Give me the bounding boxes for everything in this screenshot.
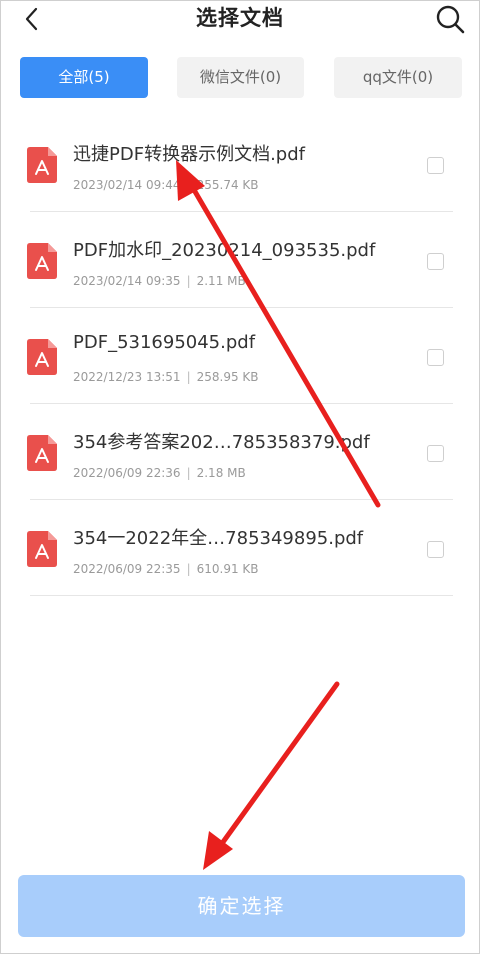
tab-wechat-files[interactable]: 微信文件(0) bbox=[177, 57, 304, 98]
meta-separator: | bbox=[186, 466, 191, 480]
file-size: 2.18 MB bbox=[196, 466, 246, 480]
pdf-file-icon bbox=[27, 243, 57, 279]
file-name: PDF_531695045.pdf bbox=[73, 332, 256, 353]
file-select-checkbox[interactable] bbox=[427, 541, 444, 558]
file-meta: 2022/12/23 13:51 | 258.95 KB bbox=[73, 370, 259, 384]
filter-tabs: 全部(5) 微信文件(0) qq文件(0) bbox=[0, 57, 480, 99]
tab-qq-files[interactable]: qq文件(0) bbox=[334, 57, 462, 98]
file-name: 迅捷PDF转换器示例文档.pdf bbox=[73, 144, 305, 165]
file-name: PDF加水印_20230214_093535.pdf bbox=[73, 240, 376, 261]
file-select-checkbox[interactable] bbox=[427, 445, 444, 462]
pdf-file-icon bbox=[27, 339, 57, 375]
file-list-item[interactable]: PDF_531695045.pdf 2022/12/23 13:51 | 258.9… bbox=[0, 308, 480, 404]
file-size: 610.91 KB bbox=[196, 562, 259, 576]
pdf-file-icon bbox=[27, 531, 57, 567]
meta-separator: | bbox=[186, 274, 191, 288]
file-size: 255.74 KB bbox=[196, 178, 259, 192]
file-list-item[interactable]: PDF加水印_20230214_093535.pdf 2023/02/14 09… bbox=[0, 212, 480, 308]
search-button[interactable] bbox=[434, 3, 466, 35]
confirm-selection-button[interactable]: 确定选择 bbox=[18, 875, 465, 937]
search-icon bbox=[436, 5, 465, 34]
file-date: 2022/12/23 13:51 bbox=[73, 370, 181, 384]
meta-separator: | bbox=[186, 178, 191, 192]
file-date: 2022/06/09 22:36 bbox=[73, 466, 181, 480]
file-meta: 2023/02/14 09:44 | 255.74 KB bbox=[73, 178, 259, 192]
tab-all[interactable]: 全部(5) bbox=[20, 57, 148, 98]
page-title: 选择文档 bbox=[196, 6, 284, 30]
header-bar: 选择文档 bbox=[0, 0, 480, 40]
file-list-item[interactable]: 迅捷PDF转换器示例文档.pdf 2023/02/14 09:44 | 255.74… bbox=[0, 116, 480, 212]
file-date: 2023/02/14 09:44 bbox=[73, 178, 181, 192]
file-select-checkbox[interactable] bbox=[427, 253, 444, 270]
meta-separator: | bbox=[186, 370, 191, 384]
file-select-checkbox[interactable] bbox=[427, 349, 444, 366]
file-meta: 2022/06/09 22:36 | 2.18 MB bbox=[73, 466, 246, 480]
file-size: 258.95 KB bbox=[196, 370, 259, 384]
file-date: 2023/02/14 09:35 bbox=[73, 274, 181, 288]
file-list-item[interactable]: 354参考答案202…785358379.pdf 2022/06/09 22:3… bbox=[0, 404, 480, 500]
file-meta: 2023/02/14 09:35 | 2.11 MB bbox=[73, 274, 246, 288]
pdf-file-icon bbox=[27, 435, 57, 471]
file-size: 2.11 MB bbox=[196, 274, 246, 288]
file-name: 354参考答案202…785358379.pdf bbox=[73, 432, 370, 453]
file-meta: 2022/06/09 22:35 | 610.91 KB bbox=[73, 562, 259, 576]
file-list: 迅捷PDF转换器示例文档.pdf 2023/02/14 09:44 | 255.74… bbox=[0, 116, 480, 596]
file-select-checkbox[interactable] bbox=[427, 157, 444, 174]
file-name: 354一2022年全…785349895.pdf bbox=[73, 528, 364, 549]
file-list-item[interactable]: 354一2022年全…785349895.pdf 2022/06/09 22:3… bbox=[0, 500, 480, 596]
pdf-file-icon bbox=[27, 147, 57, 183]
divider bbox=[30, 595, 453, 596]
meta-separator: | bbox=[186, 562, 191, 576]
file-date: 2022/06/09 22:35 bbox=[73, 562, 181, 576]
